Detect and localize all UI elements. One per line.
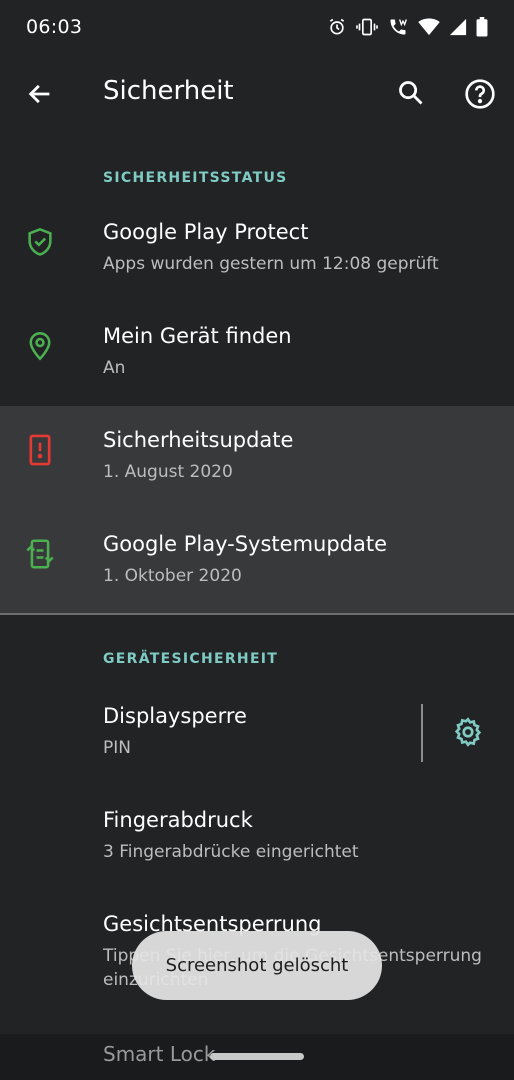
list-item-subtitle: 1. August 2020 [103,462,233,482]
battery-icon [476,17,488,37]
list-item-title: Displaysperre [103,704,247,728]
wifi-calling-icon [387,17,409,37]
location-pin-icon [24,330,56,362]
list-item-play-protect[interactable]: Google Play Protect Apps wurden gestern … [0,198,514,302]
list-item-title: Google Play-Systemupdate [103,532,388,556]
list-item-security-update[interactable]: Sicherheitsupdate 1. August 2020 [0,406,514,510]
list-item-fingerprint[interactable]: Fingerabdruck 3 Fingerabdrücke eingerich… [0,786,514,890]
app-bar: Sicherheit [0,54,514,132]
vibrate-icon [356,17,378,37]
list-item-title: Fingerabdruck [103,808,253,832]
list-item-screen-lock[interactable]: Displaysperre PIN [0,682,514,786]
page-title: Sicherheit [103,76,234,106]
list-item-subtitle: Apps wurden gestern um 12:08 geprüft [103,254,439,274]
help-icon [465,79,495,109]
gear-icon [454,717,482,747]
navigation-bar: Smart Lock [0,1034,514,1080]
list-item-subtitle: PIN [103,738,131,758]
section-divider [0,613,514,615]
alarm-icon [327,17,347,37]
list-item-smart-lock[interactable]: Smart Lock [103,1042,215,1066]
home-gesture-handle[interactable] [210,1053,304,1060]
list-item-title: Google Play Protect [103,220,309,244]
list-item-subtitle: 3 Fingerabdrücke eingerichtet [103,842,359,862]
search-icon [399,81,423,105]
status-icons [327,17,488,37]
toast-message: Screenshot gelöscht [132,931,382,1000]
wifi-icon [418,18,440,36]
phone-alert-icon [24,434,56,466]
section-header-device-security: GERÄTESICHERHEIT [103,651,279,667]
phone-sync-icon [24,538,56,570]
vertical-divider [421,704,423,762]
list-item-title: Mein Gerät finden [103,324,292,348]
status-bar: 06:03 [0,0,514,54]
section-header-security-status: SICHERHEITSSTATUS [103,170,288,186]
back-button[interactable] [24,78,56,110]
status-time: 06:03 [26,16,83,38]
list-item-title: Sicherheitsupdate [103,428,294,452]
signal-icon [449,18,467,36]
search-button[interactable] [394,76,428,110]
arrow-back-icon [28,84,50,104]
list-item-subtitle: An [103,358,126,378]
shield-check-icon [24,226,56,258]
list-item-find-my-device[interactable]: Mein Gerät finden An [0,302,514,406]
list-item-play-system-update[interactable]: Google Play-Systemupdate 1. Oktober 2020 [0,510,514,614]
list-item-subtitle: 1. Oktober 2020 [103,566,242,586]
help-button[interactable] [462,76,498,112]
screen-lock-settings-button[interactable] [450,714,486,750]
